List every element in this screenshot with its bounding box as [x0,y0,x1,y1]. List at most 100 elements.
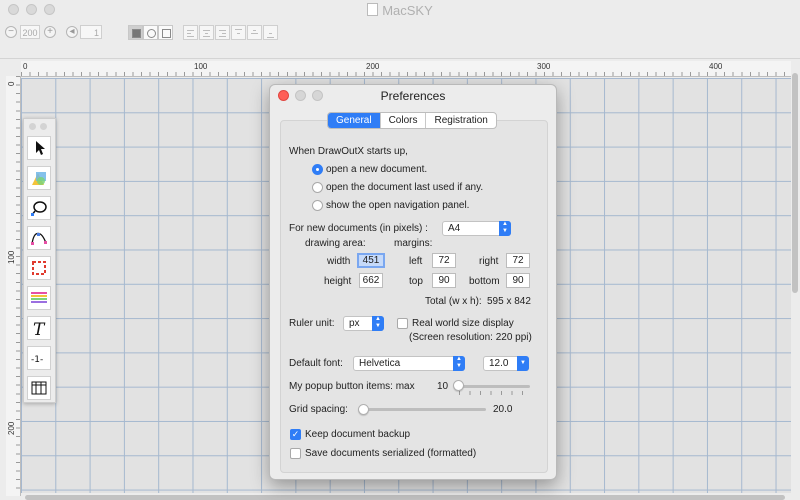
bottom-margin-field[interactable]: 90 [506,273,530,288]
vertical-scrollbar[interactable] [791,61,800,496]
keep-backup-label: Keep document backup [305,429,411,440]
paper-size-popup[interactable]: A4 ▲ ▼ [442,221,511,236]
real-world-size-checkbox[interactable] [397,318,408,329]
table-tool-icon[interactable] [27,376,51,400]
popup-items-value: 10 [437,381,449,392]
align-middle-button[interactable] [247,25,262,40]
font-size-popup[interactable]: 12.0 ▼ [483,356,529,371]
slider-ticks [459,391,529,395]
height-field[interactable]: 662 [359,273,383,288]
previous-page-button[interactable]: ◂ [66,26,78,38]
tab-colors[interactable]: Colors [379,113,426,128]
dialog-title: Preferences [380,89,446,103]
ruler-label: 0 [23,62,28,71]
dropdown-arrow-icon: ▼ [517,356,529,371]
bottom-margin-label: bottom [469,276,500,287]
screen-resolution-text: (Screen resolution: 220 ppi) [409,332,532,343]
grid-spacing-label: Grid spacing: [289,404,348,415]
startup-navigation-panel-radio[interactable] [312,200,323,211]
left-margin-label: left [409,256,423,267]
startup-option-label: open the document last used if any. [326,182,484,193]
vertical-scroll-thumb[interactable] [792,73,798,293]
vertical-ruler: 0 100 200 [6,76,21,496]
save-serialized-label: Save documents serialized (formatted) [305,448,477,459]
ruler-unit-popup[interactable]: px ▲ ▼ [343,316,384,331]
align-top-button[interactable] [231,25,246,40]
default-font-label: Default font: [289,358,343,369]
zoom-in-button[interactable]: + [44,26,56,38]
view-mode-page-button[interactable] [158,25,173,40]
popup-items-slider[interactable] [456,385,530,388]
left-margin-field[interactable]: 72 [432,253,456,268]
grid-spacing-value: 20.0 [493,404,513,415]
height-label: height [324,276,352,287]
preferences-dialog: Preferences General Colors Registration … [269,84,557,480]
startup-label: When DrawOutX starts up, [289,146,408,157]
width-label: width [327,256,351,267]
right-margin-field[interactable]: 72 [506,253,530,268]
title-bar: MacSKY [0,0,800,20]
grid-spacing-slider[interactable] [361,408,486,411]
align-center-button[interactable] [199,25,214,40]
shape-tool-icon[interactable] [27,166,51,190]
text-tool-icon[interactable]: T [27,316,51,340]
new-documents-label: For new documents (in pixels) : [289,223,428,234]
bezier-tool-icon[interactable] [27,226,51,250]
selection-frame-tool-icon[interactable] [27,256,51,280]
numbering-tool-icon[interactable]: -1- [27,346,51,370]
tab-registration[interactable]: Registration [425,113,495,128]
default-font-popup[interactable]: Helvetica ▲ ▼ [353,356,465,371]
zoom-field[interactable]: 200 [20,25,40,39]
popup-items-slider-knob[interactable] [453,380,464,391]
align-bottom-button[interactable] [263,25,278,40]
svg-text:-1-: -1- [31,355,43,365]
popup-items-label: My popup button items: max [289,381,415,392]
ruler-label: 400 [709,62,723,71]
window-title: MacSKY [0,3,800,18]
view-mode-single-button[interactable] [128,25,143,40]
right-margin-label: right [479,256,499,267]
popup-arrows-icon: ▲ ▼ [499,221,511,236]
ruler-label: 0 [7,81,16,86]
ruler-label: 300 [537,62,551,71]
arrow-tool-icon[interactable] [27,136,51,160]
align-right-button[interactable] [215,25,230,40]
horizontal-scrollbar[interactable] [21,494,791,500]
startup-new-document-radio[interactable] [312,164,323,175]
save-serialized-checkbox[interactable] [290,448,301,459]
tool-palette: T -1- [23,118,56,403]
ruler-unit-value: px [349,318,360,329]
default-font-value: Helvetica [359,358,401,369]
palette-close-button[interactable] [29,123,36,130]
width-field[interactable]: 451 [357,253,385,268]
lines-tool-icon[interactable] [27,286,51,310]
real-world-size-label: Real world size display [412,318,514,329]
view-mode-multi-button[interactable] [143,25,158,40]
curve-tool-icon[interactable] [27,196,51,220]
svg-text:T: T [33,320,46,338]
popup-arrows-icon: ▲ ▼ [372,316,384,331]
keep-backup-checkbox[interactable]: ✓ [290,429,301,440]
ruler-label: 200 [366,62,380,71]
total-label: Total (w x h): [425,296,482,307]
document-icon [367,3,379,16]
total-value: 595 x 842 [487,296,531,307]
horizontal-scroll-thumb[interactable] [25,495,785,500]
ruler-label: 100 [194,62,208,71]
ruler-label: 200 [7,421,16,435]
font-size-value: 12.0 [489,358,509,369]
startup-last-document-radio[interactable] [312,182,323,193]
palette-minimize-button[interactable] [40,123,47,130]
align-left-button[interactable] [183,25,198,40]
popup-arrows-icon: ▲ ▼ [453,356,465,371]
ruler-label: 100 [7,250,16,264]
paper-size-value: A4 [448,223,461,234]
drawing-area-label: drawing area: [305,238,366,249]
grid-spacing-slider-knob[interactable] [358,404,369,415]
zoom-out-button[interactable]: − [5,26,17,38]
page-field[interactable]: 1 [80,25,102,39]
top-margin-label: top [409,276,423,287]
margins-label: margins: [394,238,433,249]
tab-general[interactable]: General [328,113,380,128]
top-margin-field[interactable]: 90 [432,273,456,288]
